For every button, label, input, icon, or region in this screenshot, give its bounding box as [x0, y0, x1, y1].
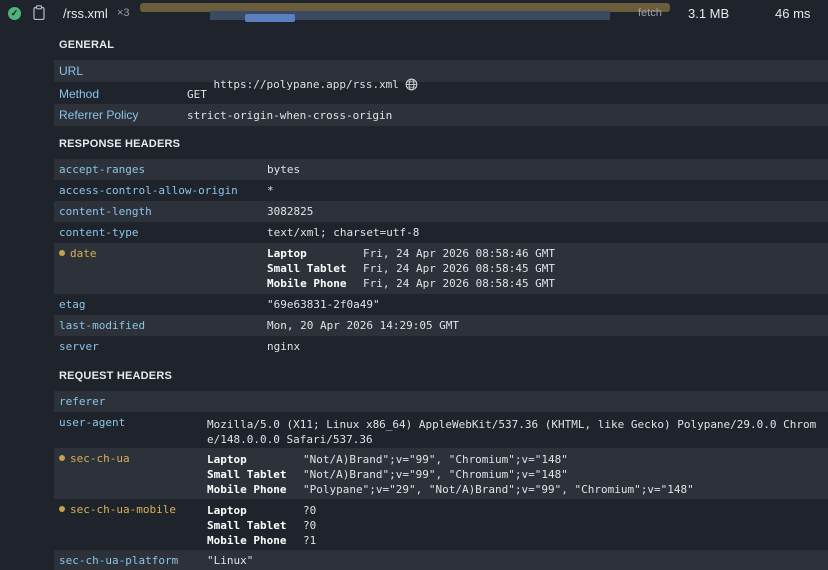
- header-value: text/xml; charset=utf-8: [267, 226, 420, 239]
- header-key: content-length: [59, 205, 152, 218]
- request-count-badge: ×3: [117, 7, 130, 19]
- header-key-differs: sec-ch-ua-mobile: [59, 503, 176, 516]
- section-request-headers-title: REQUEST HEADERS: [59, 370, 173, 382]
- device-name: Mobile Phone: [207, 534, 287, 547]
- check-circle-icon: ✓: [8, 7, 21, 20]
- response-row-content-type: content-type text/xml; charset=utf-8: [54, 222, 828, 243]
- device-name: Laptop: [207, 453, 247, 466]
- device-name: Mobile Phone: [267, 277, 347, 290]
- header-key: sec-ch-ua: [70, 452, 130, 465]
- device-value-row: Small Tablet: [207, 468, 286, 481]
- device-name: Small Tablet: [207, 468, 287, 481]
- request-summary-row[interactable]: ✓ /rss.xml ×3 fetch 3.1 MB 46 ms: [0, 0, 828, 28]
- device-value: ?0: [303, 519, 317, 532]
- request-type: fetch: [638, 7, 662, 19]
- device-value-row: Mobile Phone: [267, 277, 346, 290]
- device-name: Laptop: [267, 247, 307, 260]
- request-time: 46 ms: [775, 6, 811, 21]
- row-key: Referrer Policy: [59, 108, 139, 122]
- header-key: access-control-allow-origin: [59, 184, 238, 197]
- referrer-policy-value: strict-origin-when-cross-origin: [187, 109, 393, 122]
- device-value: "Not/A)Brand";v="99", "Chromium";v="148": [303, 453, 568, 466]
- device-value: "Not/A)Brand";v="99", "Chromium";v="148": [303, 468, 568, 481]
- header-key: server: [59, 340, 99, 353]
- request-row-user-agent: user-agent Mozilla/5.0 (X11; Linux x86_6…: [54, 412, 828, 447]
- header-key: last-modified: [59, 319, 146, 332]
- header-key-differs: sec-ch-ua: [59, 452, 130, 465]
- section-general-title: GENERAL: [59, 39, 115, 51]
- device-value: ?1: [303, 534, 317, 547]
- general-row-method: Method GET: [54, 83, 828, 104]
- device-value-row: Laptop: [207, 453, 247, 466]
- header-value: *: [267, 184, 274, 197]
- device-value-row: Small Tablet: [207, 519, 286, 532]
- header-value: Mozilla/5.0 (X11; Linux x86_64) AppleWeb…: [207, 418, 817, 446]
- device-value-row: Mobile Phone: [207, 483, 286, 496]
- request-name[interactable]: /rss.xml: [63, 6, 108, 21]
- general-row-url: URL https://polypane.app/rss.xml: [54, 60, 828, 91]
- device-value: Fri, 24 Apr 2026 08:58:45 GMT: [363, 262, 556, 275]
- device-value: Fri, 24 Apr 2026 08:58:46 GMT: [363, 247, 556, 260]
- header-key: accept-ranges: [59, 163, 146, 176]
- device-name: Small Tablet: [207, 519, 287, 532]
- device-name: Small Tablet: [267, 262, 347, 275]
- header-value: "69e63831-2f0a49": [267, 298, 380, 311]
- device-value: ?0: [303, 504, 317, 517]
- header-value: bytes: [267, 163, 301, 176]
- method-value: GET: [187, 88, 207, 101]
- row-key: Method: [59, 87, 100, 101]
- response-row-accept-ranges: accept-ranges bytes: [54, 159, 828, 180]
- request-size: 3.1 MB: [688, 6, 730, 21]
- request-row-sec-ch-ua-platform: sec-ch-ua-platform "Linux": [54, 550, 828, 570]
- diff-indicator-icon: [59, 250, 65, 256]
- header-key: date: [70, 247, 97, 260]
- device-value-row: Laptop: [207, 504, 247, 517]
- row-key: URL: [59, 64, 84, 78]
- response-row-server: server nginx: [54, 336, 828, 357]
- response-row-content-length: content-length 3082825: [54, 201, 828, 222]
- header-key: user-agent: [59, 416, 126, 429]
- header-value: nginx: [267, 340, 301, 353]
- request-row-sec-ch-ua-mobile: sec-ch-ua-mobile Laptop ?0 Small Tablet …: [54, 499, 828, 550]
- device-value-row: Small Tablet: [267, 262, 346, 275]
- general-row-referrer-policy: Referrer Policy strict-origin-when-cross…: [54, 104, 828, 126]
- header-key: content-type: [59, 226, 139, 239]
- header-value: Mon, 20 Apr 2026 14:29:05 GMT: [267, 319, 460, 332]
- diff-indicator-icon: [59, 455, 65, 461]
- request-row-sec-ch-ua: sec-ch-ua Laptop "Not/A)Brand";v="99", "…: [54, 448, 828, 499]
- clipboard-icon[interactable]: [33, 5, 45, 20]
- header-key: sec-ch-ua-platform: [59, 554, 179, 567]
- waterfall-bar: [245, 14, 295, 22]
- header-key: referer: [59, 395, 106, 408]
- response-row-date: date Laptop Fri, 24 Apr 2026 08:58:46 GM…: [54, 243, 828, 294]
- device-value-row: Laptop: [267, 247, 307, 260]
- header-key-differs: date: [59, 247, 97, 260]
- header-key: etag: [59, 298, 86, 311]
- header-value: 3082825: [267, 205, 314, 218]
- header-value: "Linux": [207, 554, 254, 567]
- device-value: "Polypane";v="29", "Not/A)Brand";v="99",…: [303, 483, 694, 496]
- device-value: Fri, 24 Apr 2026 08:58:45 GMT: [363, 277, 556, 290]
- response-row-etag: etag "69e63831-2f0a49": [54, 294, 828, 315]
- device-value-row: Mobile Phone: [207, 534, 286, 547]
- diff-indicator-icon: [59, 506, 65, 512]
- header-key: sec-ch-ua-mobile: [70, 503, 176, 516]
- device-name: Mobile Phone: [207, 483, 287, 496]
- device-name: Laptop: [207, 504, 247, 517]
- section-response-headers-title: RESPONSE HEADERS: [59, 138, 181, 150]
- request-row-referer: referer: [54, 391, 828, 412]
- response-row-acao: access-control-allow-origin *: [54, 180, 828, 201]
- response-row-last-modified: last-modified Mon, 20 Apr 2026 14:29:05 …: [54, 315, 828, 336]
